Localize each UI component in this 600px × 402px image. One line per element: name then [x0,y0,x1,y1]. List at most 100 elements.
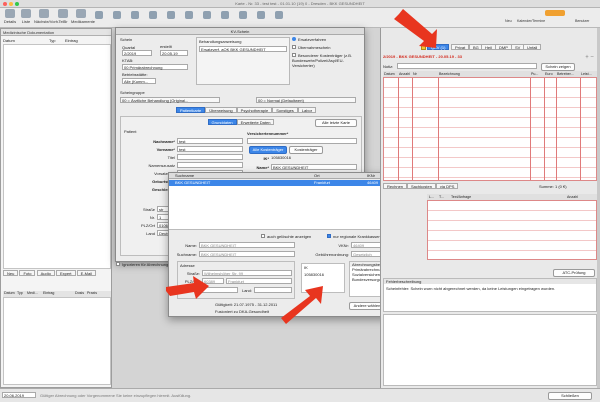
tab-audio[interactable]: Audio [36,270,55,276]
leistungen-table[interactable] [383,77,597,181]
schliessen-button[interactable]: Schließen [548,392,592,400]
scheinuntergruppe-select[interactable]: 00 = Normal (Defaultwert) [256,97,356,103]
doc-list[interactable] [3,44,111,269]
pill-icon [76,9,86,18]
betriebsstaette-select[interactable]: Alle (Kumm... [122,78,156,84]
kalender-badge[interactable] [545,10,565,16]
erstellt-field[interactable]: 20.05.19 [160,50,188,56]
titel-field[interactable] [177,154,243,160]
tool-icon[interactable] [239,11,247,19]
lookup-land-field[interactable] [254,287,292,293]
tool-icon[interactable] [131,11,139,19]
patient-section-label: Patient [124,129,137,134]
tab-rechnen[interactable]: Rechnen [383,183,408,189]
ktab-select[interactable]: 00 Primärabrechnung [122,64,188,70]
toolbar-liste-button[interactable]: Liste [18,9,34,24]
lookup-suchname-field[interactable]: BKK GESUNDHEIT [199,251,295,257]
ik-box: IK 105830016 [301,263,345,293]
uebernahme-checkbox[interactable]: Übernahmeschein [292,45,362,53]
versichertennummer-field[interactable] [247,138,357,144]
ik-value: 105830016 [271,155,292,160]
tool-icon[interactable] [95,11,103,19]
verfahren-options: Ersatzverfahren Übernahmeschein Besonder… [292,37,362,87]
gueltigkeit-text: Gültigkeit: 21.07.1975 - 31.12.2011 [215,302,278,307]
text-anfrage-table[interactable] [427,200,597,260]
tool-icon[interactable] [113,11,121,19]
tab-privat[interactable]: Privat [451,44,470,50]
status-date: 20.06.2019 [2,392,36,398]
notes-area[interactable] [383,314,597,386]
status-text: Gültiger Abrechnung oder Vorgenommene Si… [40,393,192,398]
lookup-name-field[interactable]: BKK GESUNDHEIT [199,242,295,248]
header-controls[interactable]: ＋ － [585,54,595,60]
bottom-tabbar: Neu Foto Audio Expert E-Mail [3,270,111,277]
benutzer-label[interactable]: Benutzer [575,19,589,23]
checkbox-icon [116,262,120,266]
tool-icon[interactable] [185,11,193,19]
tab-patientkarte[interactable]: Patientkarte [175,107,206,113]
quartal-field[interactable]: 2/2019 [122,50,152,56]
betriebsstaette-label: Betriebsstätte: [122,72,148,77]
lookup-ort-field[interactable]: Frankfurt [226,278,292,284]
alle-letzte-karte-button[interactable]: Alle letzte Karte [315,119,357,127]
toolbar-telbr-button[interactable]: TelBr [55,9,71,24]
behandlung-field[interactable]: Ersatzverf. aOK BKK GESUNDHEIT [199,46,287,52]
lookup-postfach-field[interactable] [202,287,238,293]
window-titlebar: Karte - Nr. 33 - test test - 01.01.10 (1… [0,0,600,8]
arrows-icon [39,9,49,18]
ersatzverfahren-radio[interactable]: Ersatzverfahren [292,37,362,45]
tool-icon[interactable] [221,11,229,19]
atc-row: ATC-Prüfung [383,269,597,277]
lookup-strasse-field[interactable]: Wilhelmshöher Str. 99 [202,270,292,276]
tab-unfall[interactable]: Unfall [523,44,542,50]
tab-qkv[interactable]: QKV (1) [427,44,450,50]
tool-icon[interactable] [203,11,211,19]
alle-kostentraeger-button[interactable]: Alle Kostenträger [249,146,287,154]
tab-heil[interactable]: Heil [481,44,496,50]
tool-icon[interactable] [167,11,175,19]
tab-sonstiges[interactable]: Sonstiges [272,107,298,113]
doc-column-headers: Datum Typ Eintrag [3,38,78,43]
lookup-plz-field[interactable]: 60389 [202,278,224,284]
besondere-checkbox[interactable]: Besonderer Kostenträger (z.B. Bundeswehr… [292,53,362,68]
vorname-field[interactable]: test [177,146,243,152]
tab-expert[interactable]: Expert [55,270,76,276]
auch-geloeschte-checkbox[interactable]: auch gelöschte anzeigen [261,234,311,239]
atc-pruefung-button[interactable]: ATC-Prüfung [553,269,595,277]
medication-list[interactable] [3,297,111,385]
kasse-name-field[interactable]: BKK GESUNDHEIT [271,164,357,170]
hinweis-text: Scheinfehler: Schein wurn nicht abgerech… [386,286,556,291]
tab-neu[interactable]: Neu [3,270,19,276]
kalender-termine-label[interactable]: Kalender/Termine [517,19,545,23]
subtab-erweiterte[interactable]: Erweiterte Daten [236,119,275,125]
tool-icon[interactable] [257,11,265,19]
tab-foto[interactable]: Foto [19,270,36,276]
erstellt-label: erstellt [160,44,172,49]
tab-ueberweisung[interactable]: Überweisung [205,107,237,113]
main-toolbar: Details Liste Nächste/Vorh. TelBr Medika… [0,8,600,28]
toolbar-next-button[interactable]: Nächste/Vorh. [34,9,59,24]
toolbar-right-group: Neu Kalender/Termine Benutzer [505,10,595,26]
namenszusatz-field[interactable] [177,162,243,168]
tab-psychotherapie[interactable]: Psychotherapie [236,107,273,113]
toolbar-details-button[interactable]: Details [2,9,18,24]
subtab-grunddaten[interactable]: Grunddaten [207,119,237,125]
notiz-field[interactable] [397,63,537,69]
tab-via-dps[interactable]: via DPS [435,183,459,189]
toolbar-icon-strip [95,11,355,23]
toolbar-medikamente-button[interactable]: Medikamente [71,9,95,24]
schein-zeigen-button[interactable]: Schein zeigen [541,63,575,71]
tab-email[interactable]: E-Mail [76,270,96,276]
scheingruppe-select[interactable]: 00 = Ärztliche Behandlung (Original... [120,97,220,103]
tab-dmp[interactable]: DMP [495,44,512,50]
list-icon [21,9,31,18]
tab-sachkosten[interactable]: Sachkosten [407,183,436,189]
lookup-address-box: Adresse Straße: Wilhelmshöher Str. 99 PL… [177,261,295,299]
kostentraeger-button[interactable]: Kostenträger [289,146,323,154]
warning-icon [421,45,426,50]
tab-labor[interactable]: Labor [297,107,317,113]
tool-icon[interactable] [149,11,157,19]
nachname-field[interactable]: test [177,138,243,144]
new-label[interactable]: Neu [505,19,512,23]
tool-icon[interactable] [275,11,283,19]
